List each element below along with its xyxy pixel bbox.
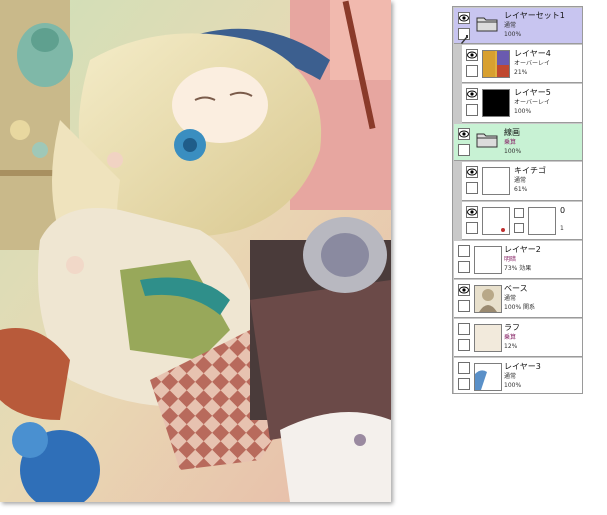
eye-icon	[467, 51, 477, 59]
eye-icon	[459, 130, 469, 138]
brush-toggle[interactable]	[458, 28, 470, 44]
visibility-toggle[interactable]	[466, 49, 478, 61]
layer-thumbnail	[474, 285, 502, 313]
layer-thumbnail	[482, 50, 510, 78]
layer-row-masked[interactable]: 0 1	[462, 202, 582, 240]
eye-icon	[467, 208, 477, 216]
layer-thumbnail	[482, 89, 510, 117]
layer-row-layer5[interactable]: レイヤー5 オーバーレイ 100%	[462, 84, 582, 123]
layer-mode: 通常	[504, 22, 517, 29]
layer-opacity: 100% 関系	[504, 304, 536, 311]
layer-row-layer4[interactable]: レイヤー4 オーバーレイ 21%	[462, 45, 582, 83]
eye-icon	[459, 286, 469, 294]
artwork-illustration	[0, 0, 391, 502]
eye-icon	[467, 168, 477, 176]
lock-toggle[interactable]	[466, 65, 478, 77]
mask-link-toggle[interactable]	[514, 208, 524, 218]
layer-opacity: 21%	[514, 69, 528, 76]
visibility-toggle[interactable]	[458, 362, 470, 374]
visibility-toggle[interactable]	[466, 88, 478, 100]
folder-icon	[476, 133, 498, 148]
lock-toggle[interactable]	[466, 104, 478, 116]
layer-opacity: 12%	[504, 343, 518, 350]
layer-opacity: 73% 効果	[504, 265, 532, 272]
layer-name: レイヤーセット1	[504, 11, 565, 20]
layer-opacity: 100%	[514, 108, 532, 115]
layer-mode: 乗算	[504, 334, 517, 341]
layer-mode: 通常	[504, 295, 517, 302]
layer-opacity: 61%	[514, 186, 528, 193]
layer-opacity: 100%	[504, 31, 522, 38]
layer-thumbnail	[474, 324, 502, 352]
layer-mode: オーバーレイ	[514, 60, 550, 67]
layer-opacity: 100%	[504, 382, 522, 389]
lock-toggle[interactable]	[458, 378, 470, 390]
layer-row-layer3[interactable]: レイヤー3 通常 100%	[454, 358, 582, 393]
mask-enable-toggle[interactable]	[514, 223, 524, 233]
folder-icon	[476, 17, 498, 32]
visibility-toggle[interactable]	[458, 323, 470, 335]
mask-thumbnail	[528, 207, 556, 235]
lock-toggle[interactable]	[458, 339, 470, 351]
layer-row-rough[interactable]: ラフ 乗算 12%	[454, 319, 582, 357]
layer-row-base[interactable]: ベース 通常 100% 関系	[454, 280, 582, 318]
thumbnail-image	[501, 228, 505, 232]
layer-opacity: 1	[560, 225, 564, 232]
thumbnail-image	[483, 51, 509, 77]
brush-icon	[461, 35, 468, 44]
layer-mode: 通常	[514, 177, 527, 184]
eye-icon	[467, 90, 477, 98]
layer-thumbnail	[474, 246, 502, 274]
visibility-toggle[interactable]	[458, 245, 470, 257]
layer-name: ベース	[504, 284, 528, 293]
visibility-toggle[interactable]	[466, 166, 478, 178]
layer-name: 0	[560, 206, 566, 215]
layer-name: レイヤー3	[504, 362, 541, 371]
layer-opacity: 100%	[504, 148, 522, 155]
layer-panel: レイヤーセット1 通常 100% レイヤー4 オーバーレイ 21% レイヤー5 …	[452, 6, 583, 394]
layer-mode: 乗算	[504, 139, 517, 146]
layer-thumbnail	[482, 207, 510, 235]
visibility-toggle[interactable]	[458, 284, 470, 296]
layer-row-folder-set1[interactable]: レイヤーセット1 通常 100%	[454, 8, 582, 44]
visibility-toggle[interactable]	[458, 12, 470, 24]
lock-toggle[interactable]	[466, 222, 478, 234]
thumbnail-image	[475, 370, 487, 390]
lock-toggle[interactable]	[466, 182, 478, 194]
layer-mode: 明暗	[504, 256, 517, 263]
layer-name: キイチゴ	[514, 166, 546, 175]
layer-mode: オーバーレイ	[514, 99, 550, 106]
layer-row-layer2[interactable]: レイヤー2 明暗 73% 効果	[454, 241, 582, 279]
layer-name: レイヤー2	[504, 245, 541, 254]
thumbnail-image	[475, 286, 501, 312]
eye-icon	[459, 14, 469, 22]
layer-thumbnail	[474, 363, 502, 391]
layer-name: ラフ	[504, 323, 520, 332]
layer-thumbnail	[482, 167, 510, 195]
lock-toggle[interactable]	[458, 261, 470, 273]
layer-name: レイヤー5	[514, 88, 551, 97]
layer-name: レイヤー4	[514, 49, 551, 58]
canvas-artwork[interactable]	[0, 0, 391, 502]
layer-row-folder-lineart[interactable]: 線画 乗算 100%	[454, 124, 582, 161]
visibility-toggle[interactable]	[458, 128, 470, 140]
lock-toggle[interactable]	[458, 144, 470, 156]
layer-name: 線画	[504, 128, 520, 137]
lock-toggle[interactable]	[458, 300, 470, 312]
visibility-toggle[interactable]	[466, 206, 478, 218]
layer-mode: 通常	[504, 373, 517, 380]
layer-row-kiichigo[interactable]: キイチゴ 通常 61%	[462, 162, 582, 201]
